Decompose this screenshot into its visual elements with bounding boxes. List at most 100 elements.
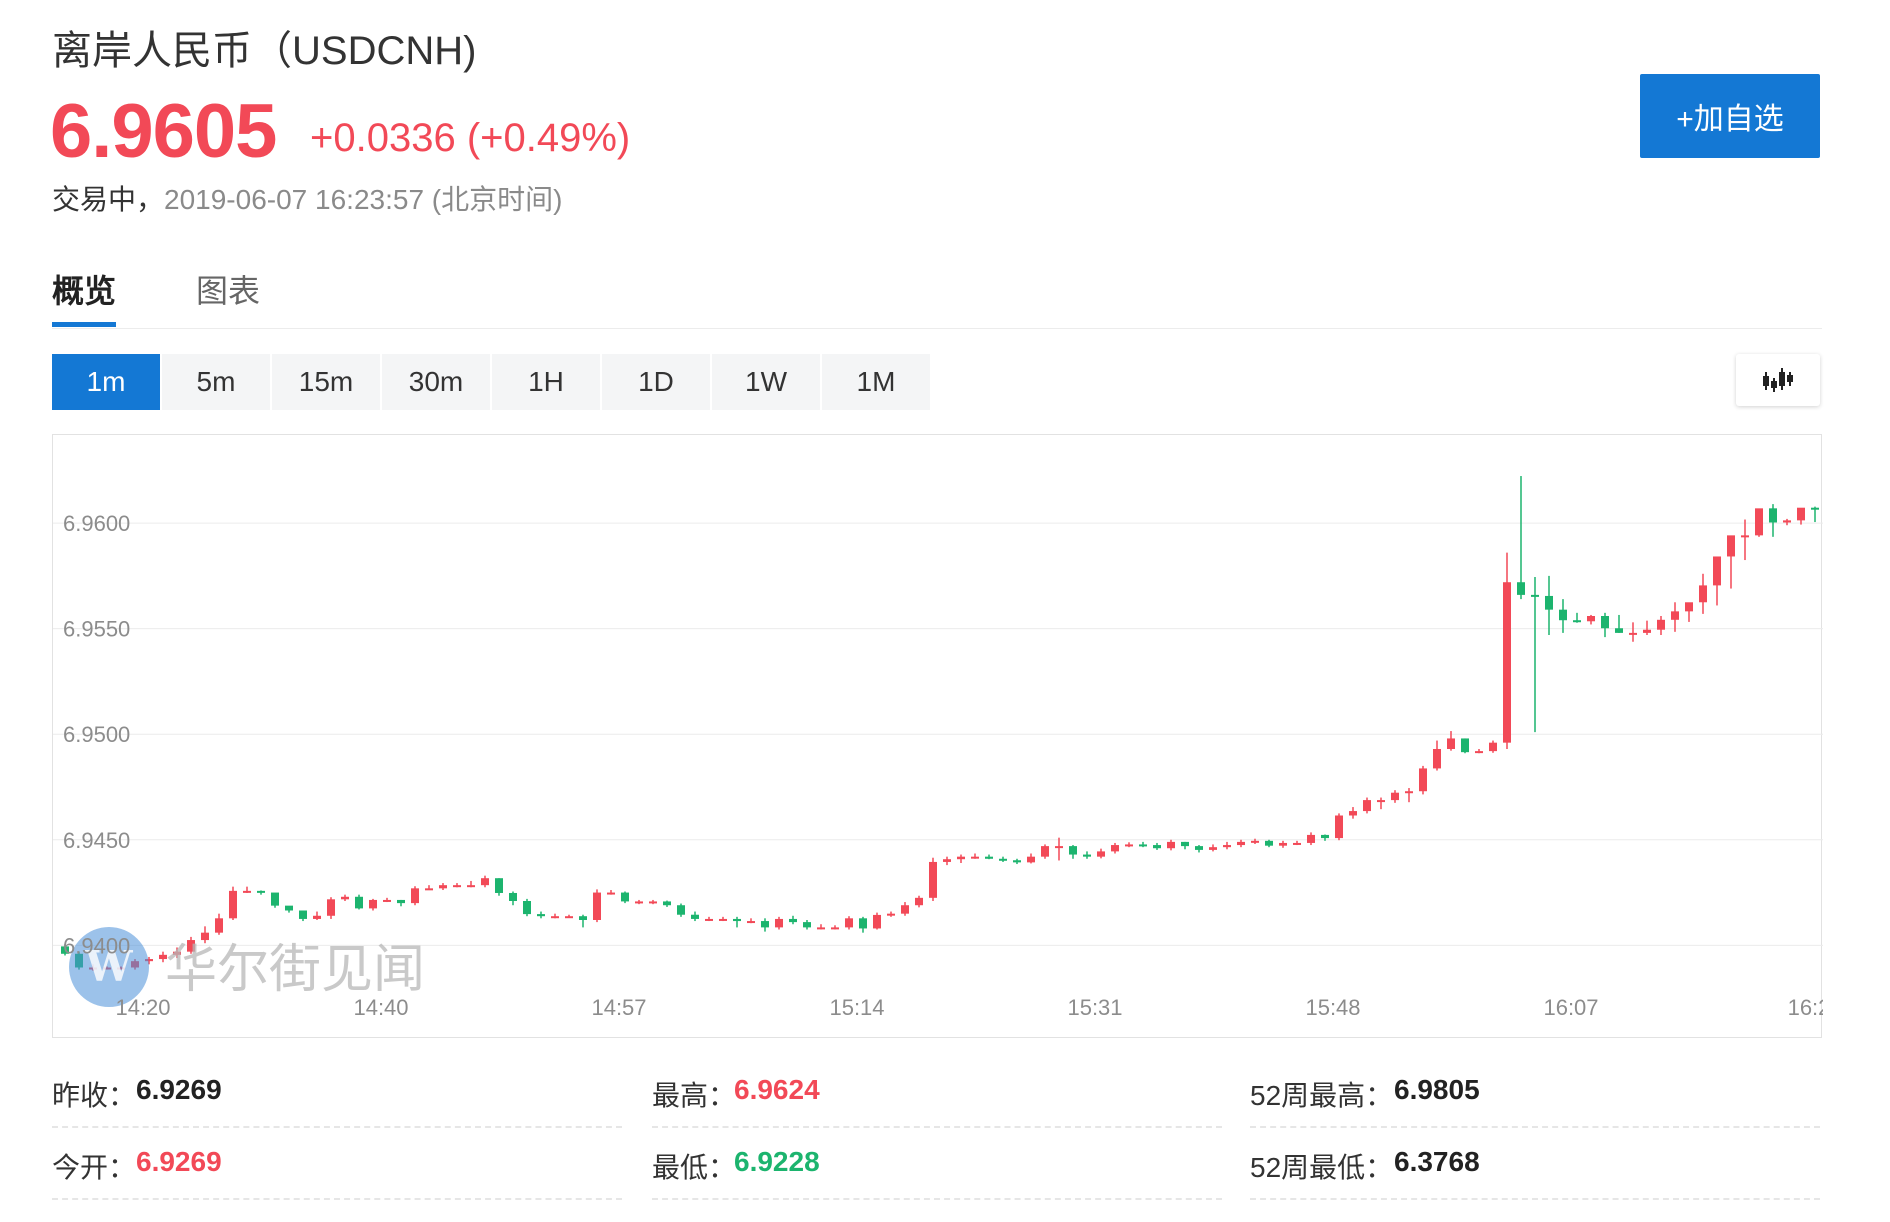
candle <box>1279 840 1287 848</box>
candle <box>1349 807 1357 819</box>
tab-chart[interactable]: 图表 <box>196 266 260 312</box>
prev-close-value: 6.9269 <box>136 1074 222 1105</box>
candle <box>1139 841 1147 848</box>
candle <box>1293 840 1301 846</box>
candle <box>523 898 531 917</box>
candle <box>1377 797 1385 810</box>
candle <box>411 886 419 906</box>
candle <box>383 897 391 903</box>
candle <box>1013 858 1021 865</box>
candle <box>565 914 573 919</box>
candle <box>579 914 587 928</box>
candle <box>971 853 979 859</box>
tabs-divider <box>52 328 1822 329</box>
trading-status: 交易中， <box>52 184 165 215</box>
candle <box>747 918 755 924</box>
candle <box>1769 504 1777 537</box>
stats-divider <box>652 1198 1222 1200</box>
candle <box>453 883 461 888</box>
candle <box>1097 848 1105 859</box>
candle <box>691 911 699 922</box>
watermark-text: 华尔街见闻 <box>165 940 425 1000</box>
period-1d[interactable]: 1D <box>602 354 710 410</box>
x-tick-label: 16:07 <box>1543 995 1598 1020</box>
period-1m[interactable]: 1m <box>52 354 160 410</box>
candle <box>1643 620 1651 635</box>
candle <box>999 856 1007 862</box>
candle <box>369 898 377 911</box>
open-value: 6.9269 <box>136 1146 222 1177</box>
candle <box>537 911 545 919</box>
candle <box>355 894 363 910</box>
candle <box>243 886 251 893</box>
candle <box>1335 813 1343 841</box>
candle <box>1797 507 1805 525</box>
quote-timestamp: 2019-06-07 16:23:57 (北京时间) <box>164 184 563 215</box>
period-30m[interactable]: 30m <box>382 354 490 410</box>
candle <box>649 899 657 905</box>
candle <box>1811 506 1819 523</box>
candle <box>1461 738 1469 754</box>
candle <box>1265 839 1273 848</box>
candle <box>1181 841 1189 850</box>
candle <box>1223 841 1231 850</box>
candle <box>1629 622 1637 642</box>
candle <box>733 916 741 928</box>
candlestick-chart: W 华尔街见闻 6.96006.95506.95006.94506.9400 1… <box>53 476 1823 1020</box>
active-tab-indicator <box>52 322 116 327</box>
candle <box>635 899 643 905</box>
52w-high-label: 52周最高： <box>1250 1080 1394 1111</box>
candle <box>607 890 615 895</box>
candle <box>509 891 517 906</box>
x-tick-label: 14:20 <box>115 995 170 1020</box>
stats-divider <box>1250 1198 1820 1200</box>
trading-status-row: 交易中，2019-06-07 16:23:57 (北京时间) <box>52 178 562 218</box>
candle <box>551 913 559 919</box>
period-5m[interactable]: 5m <box>162 354 270 410</box>
period-1mo[interactable]: 1M <box>822 354 930 410</box>
price-change: +0.0336 (+0.49%) <box>310 116 631 160</box>
candle <box>1111 842 1119 854</box>
chart-type-toggle[interactable] <box>1736 354 1820 406</box>
candle <box>1475 749 1483 754</box>
candle <box>1153 842 1161 850</box>
candle <box>425 885 433 891</box>
candle <box>873 912 881 930</box>
candle <box>1405 788 1413 803</box>
y-tick-label: 6.9450 <box>63 828 130 853</box>
x-tick-label: 15:31 <box>1067 995 1122 1020</box>
stats-divider <box>52 1126 622 1128</box>
stats-divider <box>1250 1126 1820 1128</box>
candle <box>705 916 713 922</box>
page-title: 离岸人民币（USDCNH) <box>52 29 477 73</box>
candle <box>1433 740 1441 771</box>
x-tick-label: 15:48 <box>1305 995 1360 1020</box>
price-chart[interactable]: W 华尔街见闻 6.9600 6.9550 6.9500 6.9450 6.9400 1… <box>52 434 1823 1038</box>
candlestick-icon <box>1763 368 1793 392</box>
tab-overview[interactable]: 概览 <box>52 266 116 312</box>
candle <box>593 889 601 923</box>
period-1w[interactable]: 1W <box>712 354 820 410</box>
candle <box>915 895 923 908</box>
prev-close-label: 昨收： <box>52 1080 137 1111</box>
candle <box>1601 612 1609 638</box>
candle <box>481 875 489 888</box>
candle <box>775 916 783 930</box>
candle <box>803 920 811 930</box>
y-tick-label: 6.9550 <box>63 617 130 642</box>
period-selector: 1m 5m 15m 30m 1H 1D 1W 1M <box>52 354 932 410</box>
candle <box>1069 845 1077 859</box>
period-15m[interactable]: 15m <box>272 354 380 410</box>
52w-low-value: 6.3768 <box>1394 1146 1480 1177</box>
candle <box>1573 612 1581 623</box>
candle <box>397 899 405 907</box>
add-to-watchlist-button[interactable]: +加自选 <box>1640 74 1820 158</box>
candle <box>1671 602 1679 632</box>
period-1h[interactable]: 1H <box>492 354 600 410</box>
candle <box>257 890 265 895</box>
current-price: 6.9605 <box>50 89 277 174</box>
candle <box>1531 576 1539 733</box>
candle <box>1363 797 1371 814</box>
candle <box>663 900 671 907</box>
candle <box>229 886 237 920</box>
